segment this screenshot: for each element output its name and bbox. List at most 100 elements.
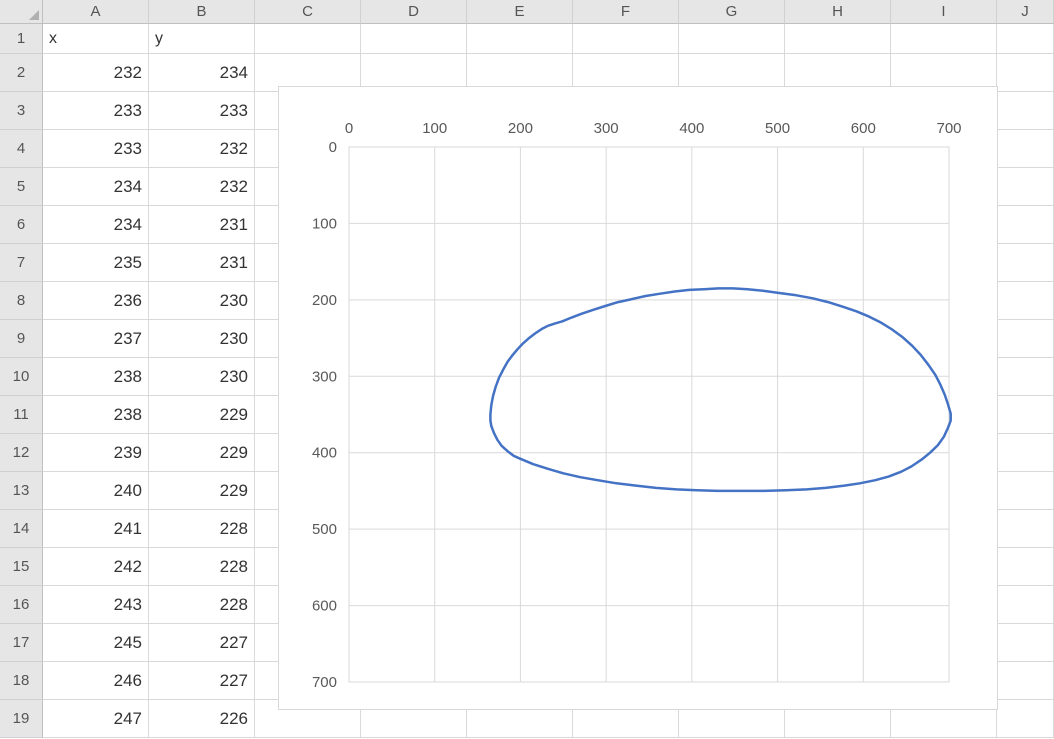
row-header-11[interactable]: 11 [0, 396, 43, 434]
cell-I1[interactable] [891, 24, 997, 54]
y-tick-label: 0 [329, 139, 337, 156]
cell-J10[interactable] [997, 358, 1054, 396]
cell-G1[interactable] [679, 24, 785, 54]
cell-B1[interactable]: y [149, 24, 255, 54]
cell-A4[interactable]: 233 [43, 130, 149, 168]
cell-A2[interactable]: 232 [43, 54, 149, 92]
cell-B16[interactable]: 228 [149, 586, 255, 624]
row-header-1[interactable]: 1 [0, 24, 43, 54]
cell-B5[interactable]: 232 [149, 168, 255, 206]
row-header-3[interactable]: 3 [0, 92, 43, 130]
cell-A6[interactable]: 234 [43, 206, 149, 244]
cell-J14[interactable] [997, 510, 1054, 548]
cell-A17[interactable]: 245 [43, 624, 149, 662]
select-all-corner[interactable] [0, 0, 43, 24]
cell-A19[interactable]: 247 [43, 700, 149, 738]
cell-A8[interactable]: 236 [43, 282, 149, 320]
cell-A3[interactable]: 233 [43, 92, 149, 130]
cell-C1[interactable] [255, 24, 361, 54]
cell-J18[interactable] [997, 662, 1054, 700]
cell-J9[interactable] [997, 320, 1054, 358]
cell-B17[interactable]: 227 [149, 624, 255, 662]
row-header-5[interactable]: 5 [0, 168, 43, 206]
cell-B10[interactable]: 230 [149, 358, 255, 396]
cell-J3[interactable] [997, 92, 1054, 130]
row-header-16[interactable]: 16 [0, 586, 43, 624]
cell-A9[interactable]: 237 [43, 320, 149, 358]
cell-B12[interactable]: 229 [149, 434, 255, 472]
cell-B6[interactable]: 231 [149, 206, 255, 244]
chart-svg: 0100200300400500600700010020030040050060… [279, 87, 999, 711]
row-header-6[interactable]: 6 [0, 206, 43, 244]
y-tick-label: 700 [312, 674, 337, 691]
cell-J12[interactable] [997, 434, 1054, 472]
cell-J5[interactable] [997, 168, 1054, 206]
cell-B8[interactable]: 230 [149, 282, 255, 320]
column-headers: ABCDEFGHIJ [43, 0, 1054, 24]
column-header-C[interactable]: C [255, 0, 361, 24]
row-header-13[interactable]: 13 [0, 472, 43, 510]
cell-B4[interactable]: 232 [149, 130, 255, 168]
cell-A11[interactable]: 238 [43, 396, 149, 434]
row-header-19[interactable]: 19 [0, 700, 43, 738]
row-header-12[interactable]: 12 [0, 434, 43, 472]
cell-A10[interactable]: 238 [43, 358, 149, 396]
cell-B3[interactable]: 233 [149, 92, 255, 130]
cell-A18[interactable]: 246 [43, 662, 149, 700]
cell-J16[interactable] [997, 586, 1054, 624]
row-header-2[interactable]: 2 [0, 54, 43, 92]
cell-B9[interactable]: 230 [149, 320, 255, 358]
cell-A14[interactable]: 241 [43, 510, 149, 548]
cell-J6[interactable] [997, 206, 1054, 244]
row-header-10[interactable]: 10 [0, 358, 43, 396]
spreadsheet: ABCDEFGHIJ 12345678910111213141516171819… [0, 0, 1054, 739]
row-header-9[interactable]: 9 [0, 320, 43, 358]
cell-J4[interactable] [997, 130, 1054, 168]
row-header-17[interactable]: 17 [0, 624, 43, 662]
column-header-J[interactable]: J [997, 0, 1054, 24]
column-header-F[interactable]: F [573, 0, 679, 24]
cell-J11[interactable] [997, 396, 1054, 434]
column-header-D[interactable]: D [361, 0, 467, 24]
cell-F1[interactable] [573, 24, 679, 54]
cell-J17[interactable] [997, 624, 1054, 662]
cell-B19[interactable]: 226 [149, 700, 255, 738]
column-header-G[interactable]: G [679, 0, 785, 24]
cell-A5[interactable]: 234 [43, 168, 149, 206]
cell-J19[interactable] [997, 700, 1054, 738]
cell-B15[interactable]: 228 [149, 548, 255, 586]
row-header-14[interactable]: 14 [0, 510, 43, 548]
cell-B13[interactable]: 229 [149, 472, 255, 510]
cell-A7[interactable]: 235 [43, 244, 149, 282]
row-header-8[interactable]: 8 [0, 282, 43, 320]
cell-D1[interactable] [361, 24, 467, 54]
column-header-H[interactable]: H [785, 0, 891, 24]
row-header-18[interactable]: 18 [0, 662, 43, 700]
column-header-A[interactable]: A [43, 0, 149, 24]
row-header-7[interactable]: 7 [0, 244, 43, 282]
cell-H1[interactable] [785, 24, 891, 54]
cell-A15[interactable]: 242 [43, 548, 149, 586]
cell-J2[interactable] [997, 54, 1054, 92]
column-header-E[interactable]: E [467, 0, 573, 24]
embedded-chart[interactable]: 0100200300400500600700010020030040050060… [278, 86, 998, 710]
cell-A1[interactable]: x [43, 24, 149, 54]
cell-J7[interactable] [997, 244, 1054, 282]
cell-E1[interactable] [467, 24, 573, 54]
cell-B2[interactable]: 234 [149, 54, 255, 92]
cell-A13[interactable]: 240 [43, 472, 149, 510]
cell-J13[interactable] [997, 472, 1054, 510]
column-header-I[interactable]: I [891, 0, 997, 24]
cell-J1[interactable] [997, 24, 1054, 54]
row-header-15[interactable]: 15 [0, 548, 43, 586]
cell-B18[interactable]: 227 [149, 662, 255, 700]
cell-B14[interactable]: 228 [149, 510, 255, 548]
cell-B11[interactable]: 229 [149, 396, 255, 434]
column-header-B[interactable]: B [149, 0, 255, 24]
cell-A12[interactable]: 239 [43, 434, 149, 472]
cell-J8[interactable] [997, 282, 1054, 320]
row-header-4[interactable]: 4 [0, 130, 43, 168]
cell-J15[interactable] [997, 548, 1054, 586]
cell-B7[interactable]: 231 [149, 244, 255, 282]
cell-A16[interactable]: 243 [43, 586, 149, 624]
